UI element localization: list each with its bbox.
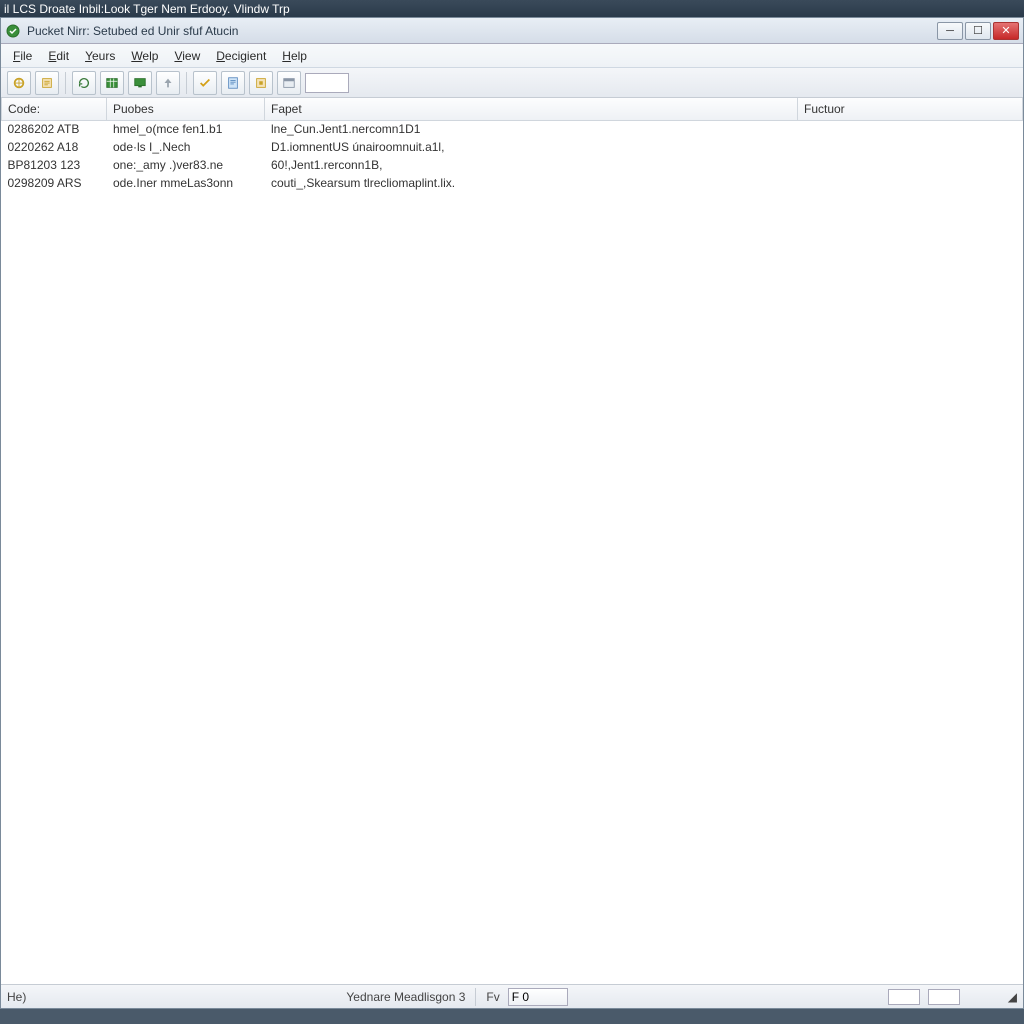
cell: 0220262 A18 [2,138,107,156]
cell: 0298209 ARS [2,174,107,192]
toolbar-btn-stop[interactable] [249,71,273,95]
toolbar-sep-2 [186,72,187,94]
cell [798,174,1023,192]
col-header-fapet[interactable]: Fapet [265,98,798,120]
menu-decigient[interactable]: Decigient [208,46,274,66]
cell: couti_,Skearsum tlrecliomaplint.lix. [265,174,798,192]
status-fv-label: Fv [486,990,499,1004]
status-input-1[interactable] [888,989,920,1005]
titlebar: Pucket Nirr: Setubed ed Unir sfuf Atucin… [1,18,1023,44]
toolbar-btn-doc[interactable] [221,71,245,95]
table-row[interactable]: 0220262 A18 ode·ls I_.Nech D1.iomnentUS … [2,138,1023,156]
toolbar-btn-check[interactable] [193,71,217,95]
cell: ode.Iner mmeLas3onn [107,174,265,192]
statusbar: He) Yednare Meadlisgon 3 Fv F 0 ◢ [1,984,1023,1008]
toolbar-sep-1 [65,72,66,94]
toolbar-btn-monitor[interactable] [128,71,152,95]
cell: one:_amy .)ver83.ne [107,156,265,174]
menu-file[interactable]: File [5,46,40,66]
toolbar-input[interactable] [305,73,349,93]
outer-title-text: il LCS Droate Inbil:Look Tger Nem Erdooy… [4,2,290,16]
menubar: File Edit Yeurs Welp View Decigient Help [1,44,1023,68]
status-left: He) [7,990,26,1004]
content-area: Code: Puobes Fapet Fuctuor 0286202 ATB h… [1,98,1023,984]
table-row[interactable]: 0286202 ATB hmel_o(mce fen1.b1 lne_Cun.J… [2,120,1023,138]
menu-edit[interactable]: Edit [40,46,77,66]
outer-titlebar: il LCS Droate Inbil:Look Tger Nem Erdooy… [0,0,1024,17]
app-icon [5,23,21,39]
toolbar-btn-up[interactable] [156,71,180,95]
menu-help[interactable]: Help [274,46,315,66]
close-button[interactable]: ✕ [993,22,1019,40]
toolbar-btn-2[interactable] [35,71,59,95]
cell: ode·ls I_.Nech [107,138,265,156]
resize-grip-icon[interactable]: ◢ [1008,990,1017,1004]
menu-welp[interactable]: Welp [123,46,166,66]
toolbar-btn-sheet[interactable] [100,71,124,95]
cell: BP81203 123 [2,156,107,174]
menu-view[interactable]: View [166,46,208,66]
cell [798,120,1023,138]
cell: lne_Cun.Jent1.nercomn1D1 [265,120,798,138]
window-controls: ─ ☐ ✕ [937,22,1019,40]
cell: 0286202 ATB [2,120,107,138]
col-header-fuctuor[interactable]: Fuctuor [798,98,1023,120]
toolbar-btn-refresh[interactable] [72,71,96,95]
toolbar-btn-window[interactable] [277,71,301,95]
toolbar [1,68,1023,98]
table-row[interactable]: 0298209 ARS ode.Iner mmeLas3onn couti_,S… [2,174,1023,192]
table-row[interactable]: BP81203 123 one:_amy .)ver83.ne 60!,Jent… [2,156,1023,174]
toolbar-btn-1[interactable] [7,71,31,95]
cell: hmel_o(mce fen1.b1 [107,120,265,138]
col-header-puobes[interactable]: Puobes [107,98,265,120]
data-table: Code: Puobes Fapet Fuctuor 0286202 ATB h… [1,98,1023,192]
cell: 60!,Jent1.rerconn1B, [265,156,798,174]
status-sep [475,988,476,1006]
cell [798,156,1023,174]
cell [798,138,1023,156]
app-window: Pucket Nirr: Setubed ed Unir sfuf Atucin… [0,17,1024,1009]
status-input-2[interactable] [928,989,960,1005]
menu-yeurs[interactable]: Yeurs [77,46,123,66]
status-center: Yednare Meadlisgon 3 [346,990,465,1004]
minimize-button[interactable]: ─ [937,22,963,40]
status-fv-dropdown[interactable]: F 0 [508,988,568,1006]
col-header-code[interactable]: Code: [2,98,107,120]
table-header-row: Code: Puobes Fapet Fuctuor [2,98,1023,120]
cell: D1.iomnentUS únairoomnuit.a1l, [265,138,798,156]
window-title: Pucket Nirr: Setubed ed Unir sfuf Atucin [27,24,937,38]
maximize-button[interactable]: ☐ [965,22,991,40]
